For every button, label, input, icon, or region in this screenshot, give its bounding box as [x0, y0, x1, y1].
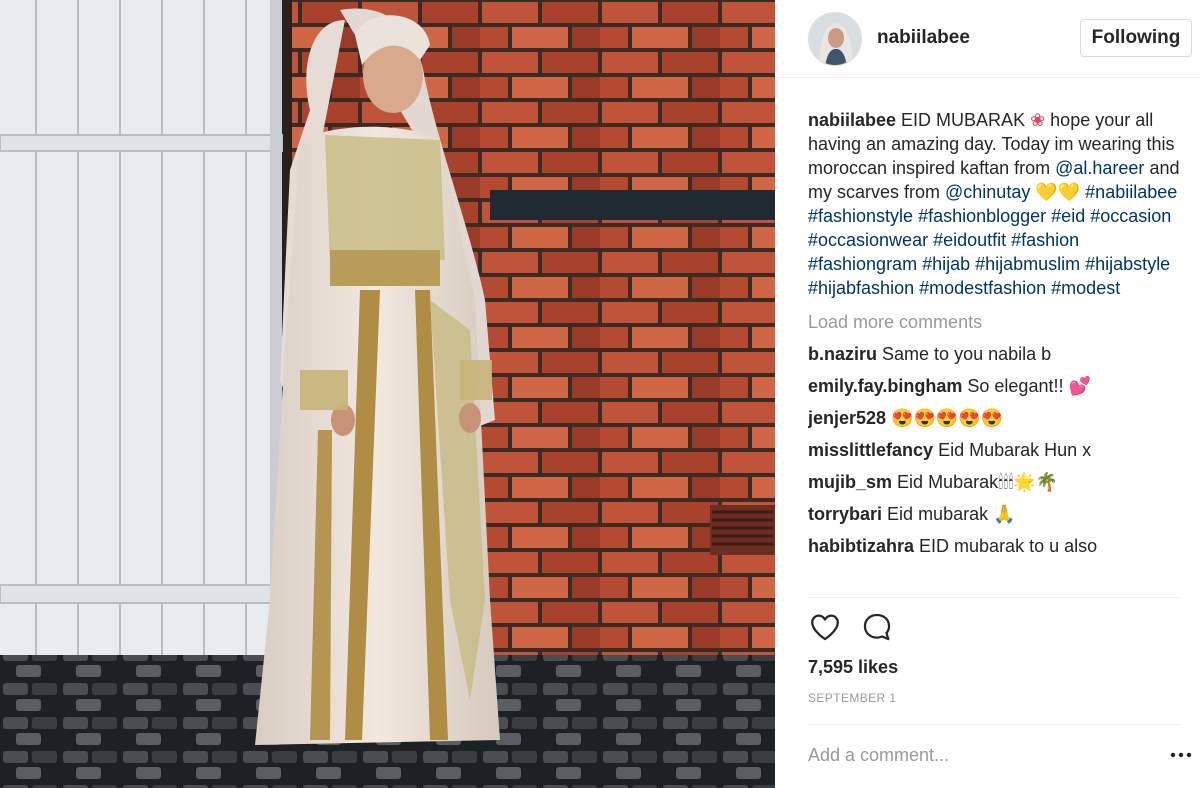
- username-link[interactable]: nabiilabee: [877, 27, 970, 49]
- comment-username[interactable]: habibtizahra: [808, 536, 914, 556]
- comment-item: torrybari Eid mubarak 🙏: [808, 502, 1180, 526]
- mention-link[interactable]: @chinutay: [945, 182, 1030, 202]
- comment-text: EID mubarak to u also: [919, 536, 1098, 556]
- comment-username[interactable]: mujib_sm: [808, 472, 892, 492]
- comment-bubble-icon[interactable]: [860, 610, 896, 646]
- flower-emoji-icon: ❀: [1030, 110, 1046, 130]
- comment-username[interactable]: jenjer528: [808, 408, 886, 428]
- comment-item: habibtizahra EID mubarak to u also: [808, 534, 1180, 558]
- post-photo[interactable]: [0, 0, 775, 788]
- comment-item: jenjer528 😍😍😍😍😍: [808, 406, 1180, 430]
- more-options-icon[interactable]: [1169, 745, 1193, 765]
- caption-text: EID MUBARAK: [901, 110, 1031, 130]
- comments-list[interactable]: nabiilabee EID MUBARAK ❀ hope your all h…: [808, 108, 1180, 598]
- comment-username[interactable]: emily.fay.bingham: [808, 376, 962, 396]
- likes-count[interactable]: 7,595 likes: [808, 657, 898, 678]
- add-comment-input[interactable]: [808, 742, 1148, 768]
- comment-text: Eid mubarak 🙏: [887, 504, 1016, 524]
- post-caption: nabiilabee EID MUBARAK ❀ hope your all h…: [808, 108, 1180, 300]
- comment-text: Eid Mubarak🕯🕯🕯🌟🌴: [897, 472, 1059, 492]
- heart-icon[interactable]: [808, 610, 844, 646]
- caption-username[interactable]: nabiilabee: [808, 110, 896, 130]
- comment-text: Same to you nabila b: [882, 344, 1052, 364]
- yellow-heart-emoji-icon: 💛💛: [1030, 182, 1086, 202]
- mention-link[interactable]: @al.hareer: [1055, 158, 1144, 178]
- comment-username[interactable]: torrybari: [808, 504, 882, 524]
- post-header: nabiilabee Following: [775, 0, 1200, 78]
- divider: [808, 597, 1180, 598]
- comment-text: 😍😍😍😍😍: [891, 408, 1004, 428]
- comment-item: misslittlefancy Eid Mubarak Hun x: [808, 438, 1180, 462]
- avatar-image: [809, 13, 861, 65]
- divider: [808, 724, 1180, 725]
- comment-username[interactable]: b.naziru: [808, 344, 877, 364]
- comment-item: b.naziru Same to you nabila b: [808, 342, 1180, 366]
- comment-text: So elegant!! 💕: [967, 376, 1091, 396]
- avatar[interactable]: [808, 12, 862, 66]
- comment-text: Eid Mubarak Hun x: [938, 440, 1092, 460]
- post-date[interactable]: SEPTEMBER 1: [808, 691, 896, 705]
- comment-item: emily.fay.bingham So elegant!! 💕: [808, 374, 1180, 398]
- following-button[interactable]: Following: [1080, 19, 1192, 57]
- comment-username[interactable]: misslittlefancy: [808, 440, 933, 460]
- comment-item: mujib_sm Eid Mubarak🕯🕯🕯🌟🌴: [808, 470, 1180, 494]
- photo-image: [0, 0, 775, 788]
- post-side-panel: nabiilabee Following nabiilabee EID MUBA…: [775, 0, 1200, 788]
- load-more-comments-link[interactable]: Load more comments: [808, 310, 1180, 334]
- post-actions: [808, 610, 1008, 650]
